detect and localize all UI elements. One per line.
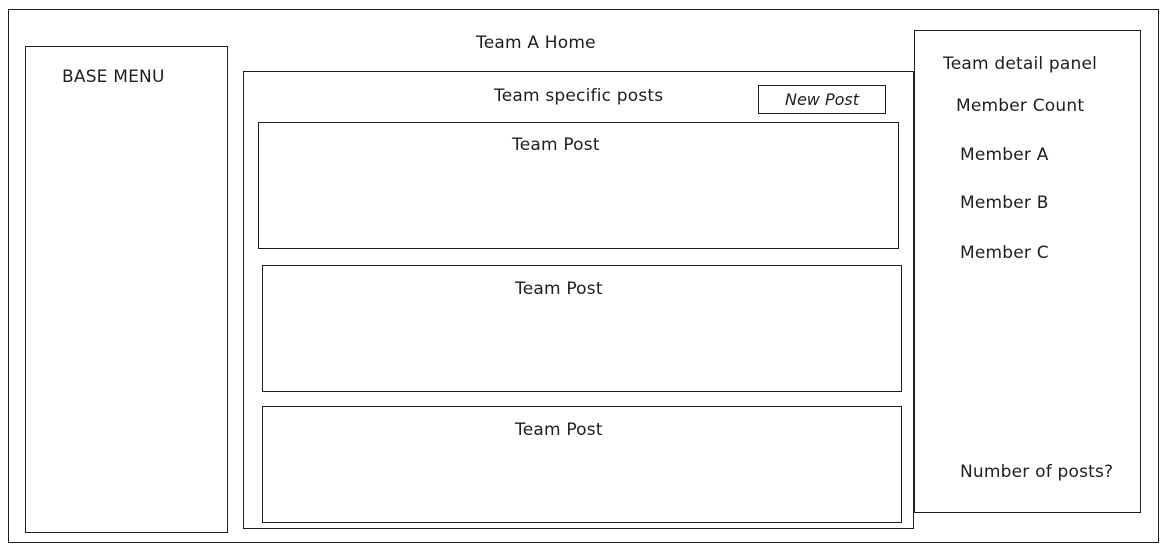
base-menu-label: BASE MENU [62,67,165,87]
member-count-label: Member Count [956,96,1085,116]
member-item[interactable]: Member A [960,145,1049,165]
member-item[interactable]: Member C [960,243,1049,263]
team-post-title: Team Post [515,279,603,299]
posts-section-heading: Team specific posts [494,86,664,106]
number-of-posts-label: Number of posts? [960,462,1114,482]
member-item[interactable]: Member B [960,193,1049,213]
base-menu-panel[interactable] [25,46,228,533]
team-post-title: Team Post [515,420,603,440]
team-detail-panel-heading: Team detail panel [943,54,1098,74]
new-post-button[interactable]: New Post [758,85,886,114]
team-post-title: Team Post [512,135,600,155]
page-title: Team A Home [476,33,596,53]
